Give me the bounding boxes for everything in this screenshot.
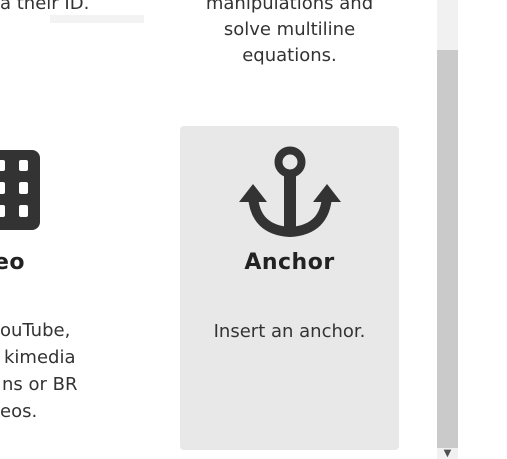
math-card-desc-line-3: equations. [242, 45, 337, 66]
video-card-title: eo [0, 250, 26, 275]
video-card-desc-line-4: eos. [0, 401, 38, 422]
anchor-card[interactable]: Anchor Insert an anchor. [180, 126, 399, 450]
video-card-desc-line-2: kimedia [4, 347, 76, 368]
scrollbar-thumb[interactable] [437, 50, 458, 448]
block-picker-panel: a their ID. manipulations and solve mult… [0, 0, 507, 459]
film-icon [0, 150, 40, 230]
scroll-down-arrow-icon[interactable]: ▼ [437, 448, 458, 459]
video-card-desc-line-3: ns or BR [2, 374, 78, 395]
math-card-desc-line-2: solve multiline [223, 19, 356, 40]
faded-placeholder [50, 15, 144, 23]
anchor-card-description: Insert an anchor. [213, 321, 366, 342]
anchor-card-title: Anchor [244, 250, 335, 275]
video-card-desc-line-1: ouTube, [0, 320, 71, 341]
math-card-desc-line-1: manipulations and [205, 0, 374, 14]
anchor-icon [239, 146, 341, 238]
